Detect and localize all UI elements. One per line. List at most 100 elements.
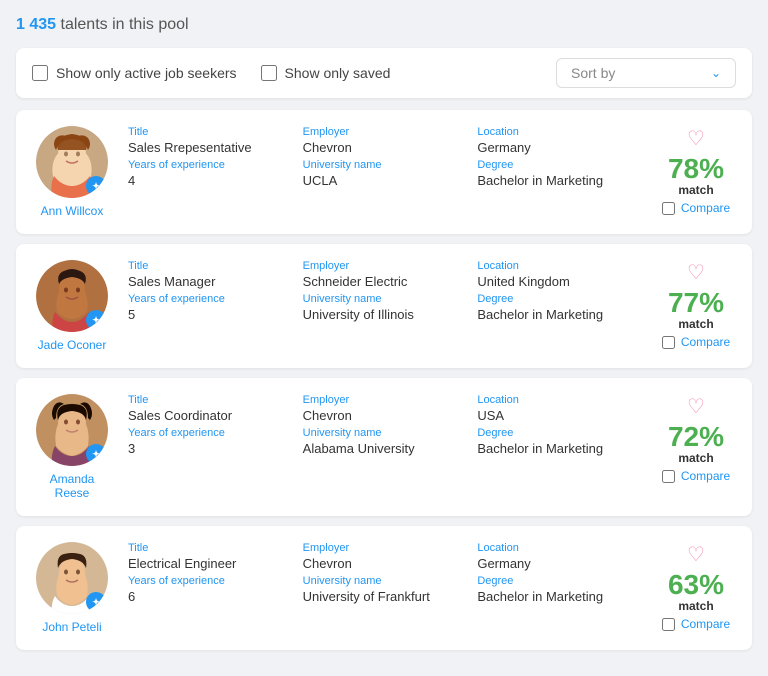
employer-group: Employer Chevron (303, 126, 466, 155)
degree-value: Bachelor in Marketing (477, 307, 640, 322)
title-value: Sales Manager (128, 274, 291, 289)
employer-value: Chevron (303, 140, 466, 155)
university-label: University name (303, 575, 466, 587)
degree-group: Degree Bachelor in Marketing (477, 293, 640, 322)
badge-icon: ✦ (92, 181, 100, 192)
talent-info: Title Sales Rrepesentative Employer Chev… (128, 126, 640, 188)
compare-checkbox[interactable] (662, 470, 675, 483)
university-label: University name (303, 159, 466, 171)
years-label: Years of experience (128, 575, 291, 587)
years-group: Years of experience 4 (128, 159, 291, 188)
location-value: Germany (477, 140, 640, 155)
location-label: Location (477, 126, 640, 138)
avatar-section: ✦ John Peteli (32, 542, 112, 634)
talent-info: Title Electrical Engineer Employer Chevr… (128, 542, 640, 604)
compare-link[interactable]: Compare (681, 617, 730, 631)
sort-by-dropdown[interactable]: Sort by ⌄ (556, 58, 736, 88)
match-percent: 63% (668, 571, 724, 599)
title-value: Electrical Engineer (128, 556, 291, 571)
favorite-heart-icon[interactable]: ♡ (687, 260, 705, 285)
university-value: University of Illinois (303, 307, 466, 322)
favorite-heart-icon[interactable]: ♡ (687, 394, 705, 419)
location-group: Location United Kingdom (477, 260, 640, 289)
title-label: Title (128, 542, 291, 554)
university-group: University name University of Frankfurt (303, 575, 466, 604)
compare-link[interactable]: Compare (681, 469, 730, 483)
sort-by-label: Sort by (571, 65, 615, 81)
compare-link[interactable]: Compare (681, 201, 730, 215)
employer-value: Chevron (303, 408, 466, 423)
employer-label: Employer (303, 260, 466, 272)
match-percent: 78% (668, 155, 724, 183)
avatar-section: ✦ Jade Oconer (32, 260, 112, 352)
compare-link[interactable]: Compare (681, 335, 730, 349)
title-group: Title Sales Manager (128, 260, 291, 289)
talent-card: ✦ Ann Willcox Title Sales Rrepesentative… (16, 110, 752, 234)
badge-icon: ✦ (92, 449, 100, 460)
active-seekers-checkbox[interactable] (32, 65, 48, 81)
talent-info: Title Sales Manager Employer Schneider E… (128, 260, 640, 322)
employer-group: Employer Schneider Electric (303, 260, 466, 289)
title-label: Title (128, 126, 291, 138)
degree-label: Degree (477, 159, 640, 171)
location-label: Location (477, 542, 640, 554)
compare-row: Compare (662, 617, 730, 631)
talent-name[interactable]: John Peteli (42, 620, 101, 634)
avatar: ✦ (36, 542, 108, 614)
title-value: Sales Coordinator (128, 408, 291, 423)
years-value: 6 (128, 589, 291, 604)
talent-card: ✦ Amanda Reese Title Sales Coordinator E… (16, 378, 752, 516)
favorite-heart-icon[interactable]: ♡ (687, 126, 705, 151)
talent-name[interactable]: Amanda Reese (32, 472, 112, 500)
favorite-heart-icon[interactable]: ♡ (687, 542, 705, 567)
saved-checkbox[interactable] (261, 65, 277, 81)
employer-group: Employer Chevron (303, 394, 466, 423)
university-group: University name UCLA (303, 159, 466, 188)
toolbar: Show only active job seekers Show only s… (16, 48, 752, 98)
location-value: United Kingdom (477, 274, 640, 289)
compare-checkbox[interactable] (662, 618, 675, 631)
degree-group: Degree Bachelor in Marketing (477, 575, 640, 604)
match-label: match (678, 599, 713, 613)
location-label: Location (477, 394, 640, 406)
location-group: Location USA (477, 394, 640, 423)
match-section: ♡ 63% match Compare (656, 542, 736, 631)
years-label: Years of experience (128, 159, 291, 171)
employer-value: Schneider Electric (303, 274, 466, 289)
title-label: Title (128, 394, 291, 406)
location-group: Location Germany (477, 542, 640, 571)
match-percent: 77% (668, 289, 724, 317)
saved-filter[interactable]: Show only saved (261, 65, 391, 81)
talent-list: ✦ Ann Willcox Title Sales Rrepesentative… (16, 110, 752, 650)
title-value: Sales Rrepesentative (128, 140, 291, 155)
avatar-section: ✦ Ann Willcox (32, 126, 112, 218)
talent-name[interactable]: Jade Oconer (38, 338, 107, 352)
compare-row: Compare (662, 201, 730, 215)
match-label: match (678, 317, 713, 331)
years-value: 4 (128, 173, 291, 188)
match-section: ♡ 72% match Compare (656, 394, 736, 483)
university-group: University name Alabama University (303, 427, 466, 456)
talent-card: ✦ John Peteli Title Electrical Engineer … (16, 526, 752, 650)
employer-label: Employer (303, 542, 466, 554)
years-value: 5 (128, 307, 291, 322)
pool-header: 1 435 talents in this pool (16, 16, 752, 34)
match-section: ♡ 77% match Compare (656, 260, 736, 349)
degree-group: Degree Bachelor in Marketing (477, 159, 640, 188)
avatar: ✦ (36, 126, 108, 198)
location-value: Germany (477, 556, 640, 571)
location-label: Location (477, 260, 640, 272)
university-label: University name (303, 427, 466, 439)
location-value: USA (477, 408, 640, 423)
title-label: Title (128, 260, 291, 272)
employer-group: Employer Chevron (303, 542, 466, 571)
active-seekers-filter[interactable]: Show only active job seekers (32, 65, 237, 81)
compare-checkbox[interactable] (662, 336, 675, 349)
university-value: UCLA (303, 173, 466, 188)
employer-value: Chevron (303, 556, 466, 571)
badge-icon: ✦ (92, 597, 100, 608)
talent-name[interactable]: Ann Willcox (41, 204, 104, 218)
saved-label: Show only saved (285, 65, 391, 81)
active-seekers-label: Show only active job seekers (56, 65, 237, 81)
compare-checkbox[interactable] (662, 202, 675, 215)
